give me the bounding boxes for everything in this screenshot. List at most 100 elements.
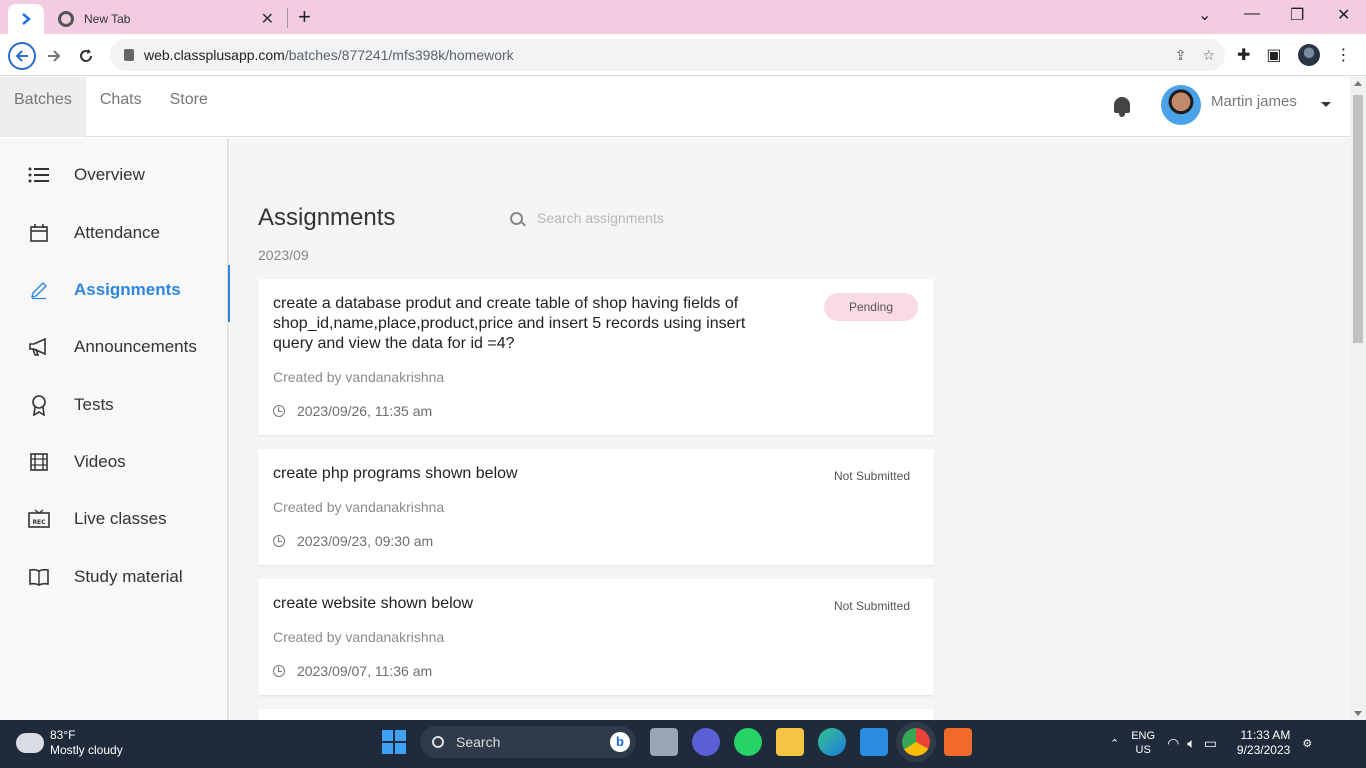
user-name[interactable]: Martin james [1211,93,1297,110]
assignment-creator: Created by vandanakrishna [273,499,445,515]
scroll-down-icon[interactable] [1354,711,1362,716]
volume-icon[interactable]: 🔈︎ [1187,735,1195,752]
scroll-thumb[interactable] [1353,95,1363,343]
scroll-up-icon[interactable] [1354,81,1362,86]
weather-temp: 83°F [50,728,76,742]
close-window-button[interactable]: ✕ [1337,5,1350,25]
assignment-creator: Created by vandanakrishna [273,369,445,385]
arrow-right-icon [48,50,61,62]
whatsapp-icon[interactable] [734,728,762,756]
tab-search-button[interactable] [8,4,44,34]
assignment-date: 2023/09/07, 11:36 am [273,663,432,679]
sidebar-item-study-material[interactable]: Study material [0,552,229,602]
user-avatar[interactable] [1161,85,1201,125]
browser-tab[interactable]: New Tab ✕ [46,4,286,34]
clock-icon [273,405,285,417]
minimize-button[interactable]: — [1244,5,1260,23]
teams-chat-icon[interactable] [692,728,720,756]
nav-store[interactable]: Store [156,77,222,137]
task-view-icon[interactable] [650,728,678,756]
assignment-date-text: 2023/09/07, 11:36 am [297,663,433,679]
chrome-taskbar-icon[interactable] [902,728,930,756]
lang-code: ENG [1131,730,1156,742]
search-icon [432,736,444,748]
sidebar-item-label: Tests [74,395,114,414]
assignment-date: 2023/09/23, 09:30 am [273,533,433,549]
assignment-title: create website shown below [273,595,474,612]
weather-widget[interactable]: 83°F Mostly cloudy [16,727,123,758]
pencil-icon [28,279,50,301]
sidebar-item-label: Videos [74,452,126,471]
cloud-sun-icon [16,727,44,753]
sidebar-item-label: Overview [74,165,145,184]
reload-icon [80,49,92,62]
notification-bell-icon[interactable] [1112,95,1132,117]
sidebar-item-live-classes[interactable]: REC Live classes [0,494,229,544]
notification-icon[interactable]: ⚙︎ [1302,737,1312,750]
side-panel-icon[interactable]: ▣ [1266,45,1281,65]
assignment-card[interactable]: create php programs shown below Not Subm… [258,449,934,565]
taskbar-clock[interactable]: 11:33 AM 9/23/2023 [1237,728,1290,758]
taskbar-search-label: Search [456,734,501,750]
assignment-date: 2023/09/26, 11:35 am [273,403,432,419]
vscode-icon[interactable] [860,728,888,756]
nav-batches[interactable]: Batches [0,77,86,137]
sidebar-item-videos[interactable]: Videos [0,437,229,487]
book-icon [28,566,50,588]
edge-icon[interactable] [818,728,846,756]
forward-button[interactable] [40,42,68,70]
more-menu-icon[interactable]: ⋮ [1336,45,1352,65]
sidebar-item-overview[interactable]: Overview [0,150,229,200]
chevron-down-icon[interactable] [1321,102,1331,107]
reload-button[interactable] [72,42,100,70]
page-scrollbar[interactable] [1350,77,1366,720]
clock-icon [273,535,285,547]
sidebar-item-announcements[interactable]: Announcements [0,322,229,372]
search-input[interactable] [537,210,757,226]
page-title: Assignments [258,204,396,231]
start-button[interactable] [382,730,406,754]
assignment-creator: Created by vandanakrishna [273,629,445,645]
language-indicator[interactable]: ENG US [1131,729,1155,757]
sidebar-item-label: Study material [74,567,183,586]
wifi-icon[interactable]: ◠ [1167,735,1179,752]
clock-icon [273,665,285,677]
url-host: web.classplusapp.com [144,47,285,63]
assignment-card[interactable]: create website shown below Not Submitted… [258,579,934,695]
megaphone-icon [28,336,50,358]
nav-chats[interactable]: Chats [86,77,156,137]
arrow-left-icon [15,50,28,62]
battery-icon[interactable]: ▭ [1204,735,1217,752]
tab-list-icon[interactable]: ⌄ [1198,5,1211,25]
weather-desc: Mostly cloudy [50,743,123,757]
back-button[interactable] [8,42,36,70]
sidebar-item-label: Assignments [74,280,181,299]
bing-icon[interactable]: b [610,732,630,752]
bookmark-star-icon[interactable]: ☆ [1202,47,1215,64]
status-badge: Pending [823,293,918,321]
status-badge: Not Submitted [833,469,910,483]
taskbar-search[interactable]: Search b [420,726,636,758]
share-icon[interactable]: ⇪ [1175,47,1187,64]
xampp-icon[interactable] [944,728,972,756]
restore-button[interactable]: ❐ [1290,5,1304,25]
rec-icon: REC [28,508,50,530]
calendar-icon [28,222,50,244]
extensions-icon[interactable]: ✚ [1237,45,1250,65]
address-bar[interactable]: web.classplusapp.com/batches/877241/mfs3… [110,39,1225,71]
sidebar-item-assignments[interactable]: Assignments [0,265,231,322]
new-tab-button[interactable]: + [298,4,311,30]
profile-avatar[interactable] [1297,44,1320,66]
chevron-right-icon [22,13,31,25]
sidebar-item-label: Announcements [74,337,197,356]
sidebar-item-attendance[interactable]: Attendance [0,208,229,258]
close-tab-icon[interactable]: ✕ [261,9,274,29]
chevron-up-icon[interactable]: ⌃ [1110,737,1119,750]
sidebar-item-tests[interactable]: Tests [0,380,229,430]
sidebar: Overview Attendance Assignments Announce… [0,138,231,720]
search-icon [510,211,523,225]
file-explorer-icon[interactable] [776,728,804,756]
assignment-card[interactable]: create a database produt and create tabl… [258,279,934,435]
assignment-search[interactable] [510,210,757,226]
sidebar-item-label: Live classes [74,509,167,528]
